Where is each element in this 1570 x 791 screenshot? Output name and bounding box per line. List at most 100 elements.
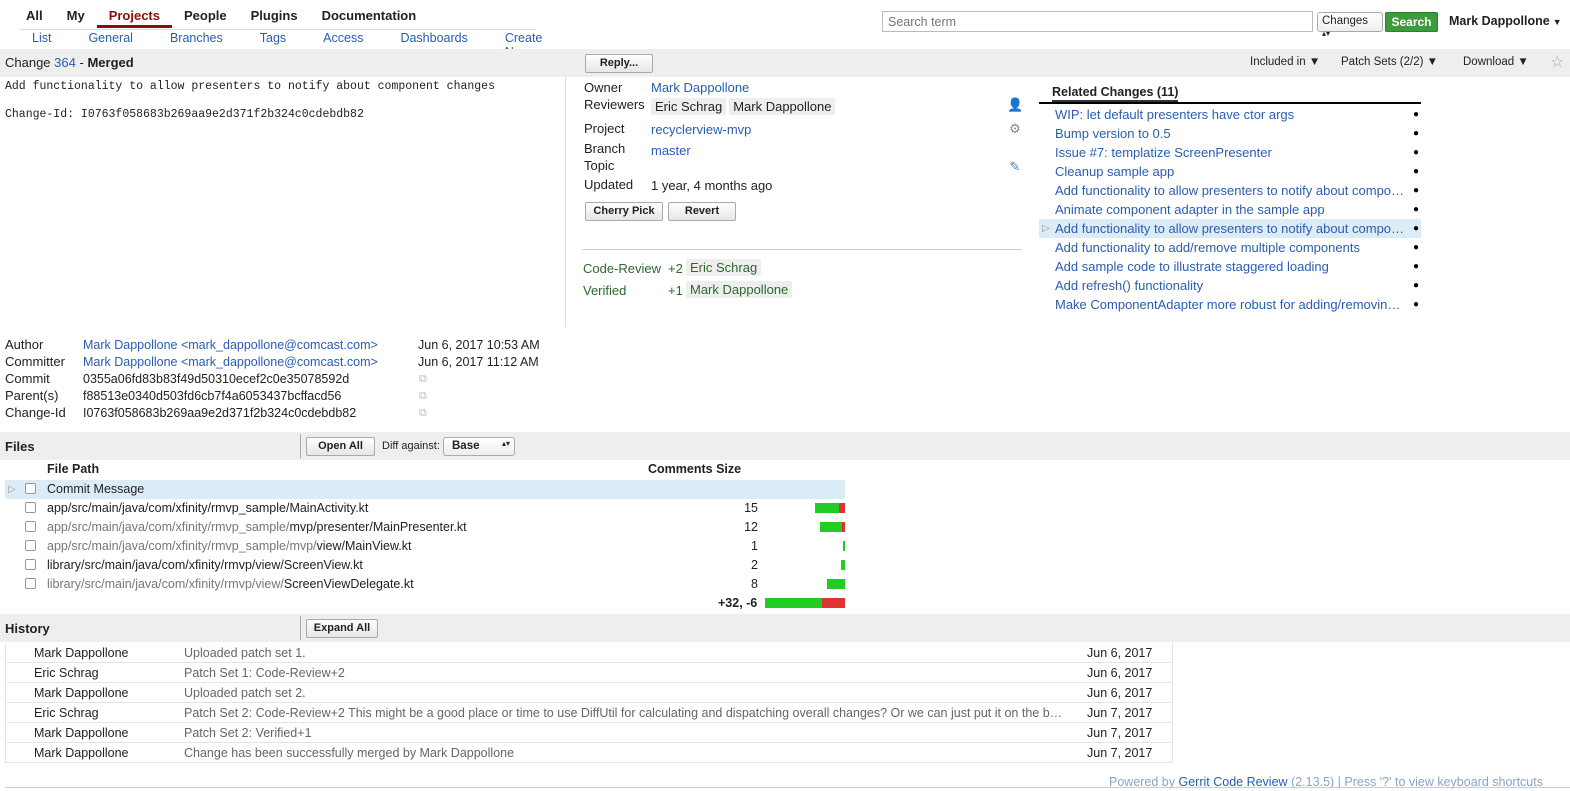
parent-hash: f88513e0340d503fd6cb7f4a6053437bcffacd56: [83, 389, 342, 403]
status-dot-icon: ●: [1412, 261, 1419, 272]
history-date: Jun 6, 2017: [1087, 686, 1153, 700]
history-row[interactable]: Mark Dappollone Uploaded patch set 2. Jun …: [5, 683, 1173, 703]
added-bar: [840, 560, 845, 570]
user-name: Mark Dappollone: [1449, 14, 1550, 28]
file-row[interactable]: app/src/main/java/com/xfinity/rmvp_sampl…: [5, 537, 845, 556]
gear-icon[interactable]: ⚙: [1007, 121, 1023, 137]
reviewed-checkbox[interactable]: [25, 559, 36, 570]
nav-people[interactable]: People: [172, 6, 239, 28]
related-change-item[interactable]: Add functionality to allow presenters to…: [1039, 181, 1421, 200]
nav-projects[interactable]: Projects: [96, 6, 172, 28]
commit-label: Commit: [5, 371, 50, 386]
history-row[interactable]: Eric Schrag Patch Set 2: Code-Review+2 Th…: [5, 703, 1173, 723]
related-change-title: Issue #7: templatize ScreenPresenter: [1055, 145, 1272, 160]
change-header-bar: [0, 49, 1570, 77]
file-row[interactable]: app/src/main/java/com/xfinity/rmvp_sampl…: [5, 499, 845, 518]
reviewed-checkbox[interactable]: [25, 540, 36, 551]
related-changes-tab[interactable]: Related Changes (11): [1052, 85, 1179, 102]
status-dot-icon: ●: [1412, 185, 1419, 196]
file-row[interactable]: app/src/main/java/com/xfinity/rmvp_sampl…: [5, 518, 845, 537]
files-header-bar: [0, 432, 1570, 460]
owner-link[interactable]: Mark Dappollone: [651, 80, 749, 95]
history-message: Uploaded patch set 1.: [184, 646, 306, 660]
author-link[interactable]: Mark Dappollone <mark_dappollone@comcast…: [83, 338, 378, 352]
user-menu[interactable]: Mark Dappollone ▼: [1449, 14, 1562, 28]
size-bar: [827, 579, 845, 589]
cherry-pick-button[interactable]: Cherry Pick: [585, 202, 663, 221]
file-row[interactable]: library/src/main/java/com/xfinity/rmvp/v…: [5, 556, 845, 575]
reviewed-checkbox[interactable]: [25, 578, 36, 589]
reviewed-checkbox[interactable]: [25, 483, 36, 494]
history-row[interactable]: Mark Dappollone Change has been successfu…: [5, 743, 1173, 763]
reviewer-chip[interactable]: Eric Schrag: [651, 98, 727, 115]
related-change-item[interactable]: Add sample code to illustrate staggered …: [1039, 257, 1421, 276]
history-title: History: [5, 621, 50, 636]
history-date: Jun 7, 2017: [1087, 726, 1153, 740]
nav-all[interactable]: All: [14, 6, 55, 28]
current-arrow-icon: ▷: [8, 484, 16, 495]
history-message: Uploaded patch set 2.: [184, 686, 306, 700]
committer-link[interactable]: Mark Dappollone <mark_dappollone@comcast…: [83, 355, 378, 369]
reviewed-checkbox[interactable]: [25, 521, 36, 532]
copy-icon[interactable]: ⧉: [419, 373, 432, 386]
history-row[interactable]: Mark Dappollone Patch Set 2: Verified+1 Ju…: [5, 723, 1173, 743]
top-nav: All My Projects People Plugins Documenta…: [14, 6, 428, 28]
diff-against-label: Diff against:: [382, 440, 440, 452]
expand-all-button[interactable]: Expand All: [306, 619, 378, 638]
search-input[interactable]: [882, 11, 1313, 32]
history-header-bar: [0, 614, 1570, 642]
change-id-label: Change-Id: [5, 405, 66, 420]
branch-link[interactable]: master: [651, 143, 691, 158]
open-all-button[interactable]: Open All: [306, 437, 375, 456]
included-in-menu[interactable]: Included in ▼: [1250, 56, 1320, 68]
related-change-item[interactable]: Add functionality to add/remove multiple…: [1039, 238, 1421, 257]
history-author: Mark Dappollone: [34, 686, 129, 700]
star-icon[interactable]: ☆: [1550, 52, 1564, 72]
related-change-item[interactable]: Add refresh() functionality ●: [1039, 276, 1421, 295]
add-reviewer-icon[interactable]: 👤: [1007, 97, 1023, 113]
copy-icon[interactable]: ⧉: [419, 390, 432, 403]
file-row[interactable]: ▷ Commit Message: [5, 480, 845, 499]
patch-sets-menu[interactable]: Patch Sets (2/2) ▼: [1341, 56, 1438, 68]
related-change-item[interactable]: Cleanup sample app ●: [1039, 162, 1421, 181]
added-bar: [842, 541, 845, 551]
nav-plugins[interactable]: Plugins: [239, 6, 310, 28]
history-row[interactable]: Mark Dappollone Uploaded patch set 1. Jun …: [5, 643, 1173, 663]
current-arrow-icon: ▷: [1042, 223, 1050, 234]
file-size: 15: [744, 501, 758, 515]
change-status: Merged: [87, 55, 134, 70]
search-button[interactable]: Search: [1385, 12, 1438, 32]
reviewer-chip[interactable]: Mark Dappollone: [729, 98, 836, 115]
history-date: Jun 7, 2017: [1087, 706, 1153, 720]
revert-button[interactable]: Revert: [668, 202, 736, 221]
status-dot-icon: ●: [1412, 166, 1419, 177]
related-change-item[interactable]: Animate component adapter in the sample …: [1039, 200, 1421, 219]
project-label: Project: [584, 121, 625, 136]
reviewed-checkbox[interactable]: [25, 502, 36, 513]
verified-score: +1: [668, 283, 683, 298]
related-change-item[interactable]: WIP: let default presenters have ctor ar…: [1039, 105, 1421, 124]
file-path: library/src/main/java/com/xfinity/rmvp/v…: [47, 577, 414, 591]
nav-documentation[interactable]: Documentation: [310, 6, 429, 28]
diff-against-value: Base: [452, 440, 480, 452]
search-scope-select[interactable]: Changes ▴▾: [1317, 12, 1383, 38]
diff-against-select[interactable]: Base ▴▾: [443, 437, 515, 456]
change-number-link[interactable]: 364: [54, 55, 76, 70]
nav-my[interactable]: My: [55, 6, 97, 28]
file-path: Commit Message: [47, 482, 145, 496]
related-change-item[interactable]: Issue #7: templatize ScreenPresenter ●: [1039, 143, 1421, 162]
related-change-item-current[interactable]: ▷ Add functionality to allow presenters t…: [1039, 219, 1421, 238]
download-menu[interactable]: Download ▼: [1463, 56, 1529, 68]
reply-button[interactable]: Reply...: [585, 54, 653, 73]
project-link[interactable]: recyclerview-mvp: [651, 122, 751, 137]
related-change-title: Add sample code to illustrate staggered …: [1055, 259, 1329, 274]
related-change-item[interactable]: Bump version to 0.5 ●: [1039, 124, 1421, 143]
file-row[interactable]: library/src/main/java/com/xfinity/rmvp/v…: [5, 575, 845, 594]
copy-icon[interactable]: ⧉: [419, 407, 432, 420]
divider: [300, 434, 301, 458]
edit-icon[interactable]: ✎: [1007, 159, 1023, 175]
status-dot-icon: ●: [1412, 147, 1419, 158]
related-change-item[interactable]: Make ComponentAdapter more robust for ad…: [1039, 295, 1421, 314]
history-row[interactable]: Eric Schrag Patch Set 1: Code-Review+2 Jun…: [5, 663, 1173, 683]
added-bar: [820, 522, 842, 532]
